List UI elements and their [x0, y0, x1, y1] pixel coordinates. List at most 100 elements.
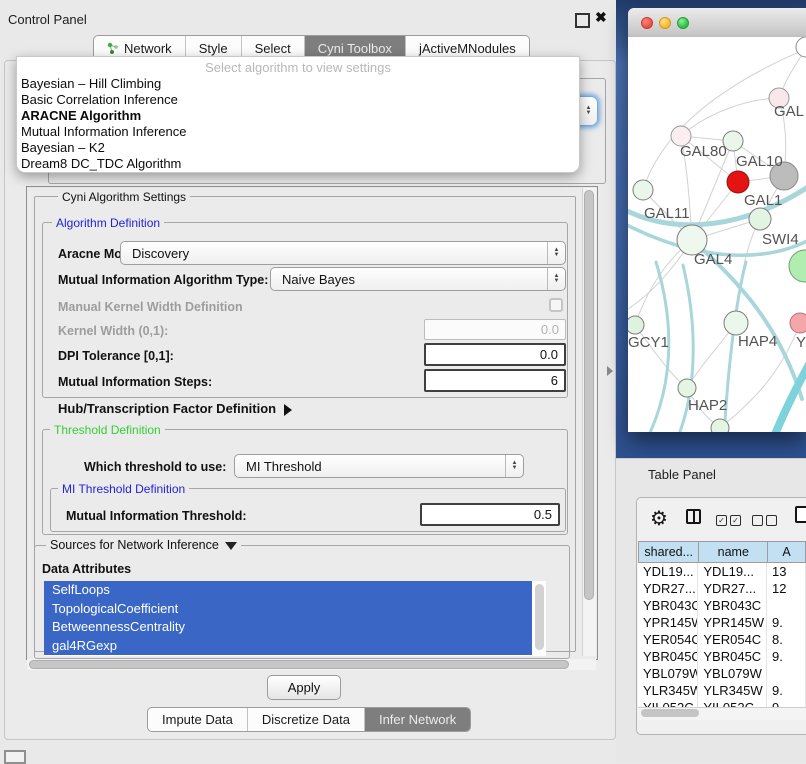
tab-cyni-label: Cyni Toolbox	[318, 41, 392, 56]
cell: YDL19...	[638, 563, 698, 580]
which-threshold-combo[interactable]: MI Threshold ▲▼	[234, 454, 524, 478]
data-attributes-list: SelfLoops TopologicalCoefficient Between…	[44, 581, 546, 656]
node-partial-right-green[interactable]	[789, 250, 806, 282]
algorithm-dropdown: Select algorithm to view settings Bayesi…	[16, 56, 580, 173]
mi-steps-field[interactable]: 6	[424, 369, 566, 392]
combo-stepper-icon: ▲▼	[505, 455, 523, 477]
node-swi4[interactable]	[749, 208, 771, 230]
dropdown-item[interactable]: Basic Correlation Inference	[17, 92, 579, 108]
list-scrollbar-thumb[interactable]	[535, 584, 544, 650]
node-hap2[interactable]	[678, 379, 696, 397]
dropdown-item-highlighted[interactable]: ARACNE Algorithm	[17, 108, 579, 124]
network-view-window[interactable]: GAL GAL80 GAL10 GAL1 GAL11 SWI4 GAL4 GCY…	[628, 8, 806, 432]
table-hscrollbar-thumb[interactable]	[641, 709, 699, 717]
dropdown-item[interactable]: Bayesian – Hill Climbing	[17, 76, 579, 92]
which-threshold-label: Which threshold to use:	[84, 460, 226, 474]
gear-icon[interactable]: ⚙	[650, 506, 668, 531]
column-header[interactable]: shared...	[638, 541, 698, 563]
node-y-cut[interactable]	[790, 313, 806, 333]
dropdown-item[interactable]: Bayesian – K2	[17, 140, 579, 156]
column-header[interactable]: A	[767, 541, 806, 563]
node-gal1-selected[interactable]	[727, 171, 749, 193]
network-window-titlebar[interactable]	[628, 8, 806, 38]
sources-group-title: Sources for Network Inference	[50, 538, 219, 552]
deselect-all-checkboxes-icon[interactable]	[752, 512, 780, 530]
apply-button[interactable]: Apply	[267, 675, 341, 700]
bottom-tabbar: Impute Data Discretize Data Infer Networ…	[147, 707, 471, 732]
node-hap4[interactable]	[724, 311, 748, 335]
mi-type-value: Naive Bayes	[271, 272, 547, 287]
tab-style-label: Style	[199, 41, 228, 56]
node-gal11[interactable]	[633, 180, 653, 200]
splitter-collapse-icon[interactable]	[607, 366, 613, 376]
cell	[767, 597, 806, 614]
node-partial-bottom[interactable]	[711, 419, 729, 432]
tab-infer-network[interactable]: Infer Network	[365, 708, 470, 731]
table-row[interactable]: YBR043C YBR043C	[638, 597, 806, 614]
table-row[interactable]: YER054C YER054C 8.	[638, 631, 806, 648]
cell: 9.	[767, 648, 806, 665]
tab-discretize-data[interactable]: Discretize Data	[248, 708, 365, 731]
cell: YLR345W	[638, 682, 698, 699]
cell: 13	[767, 563, 806, 580]
tab-impute-label: Impute Data	[162, 712, 233, 727]
node-label: GAL10	[736, 153, 783, 170]
new-table-icon[interactable]	[795, 506, 806, 523]
node-label: HAP2	[688, 397, 727, 414]
close-panel-icon[interactable]: ✖	[595, 9, 607, 26]
hub-definition-toggle[interactable]: Hub/Transcription Factor Definition	[58, 401, 292, 416]
threshold-definition-title: Threshold Definition	[50, 423, 165, 437]
settings-vscrollbar-thumb[interactable]	[584, 190, 594, 600]
cell: YBL079W	[638, 665, 698, 682]
close-window-icon[interactable]	[641, 17, 653, 29]
aracne-mode-combo[interactable]: Discovery ▲▼	[120, 241, 566, 265]
table-row[interactable]: YBR045C YBR045C 9.	[638, 648, 806, 665]
columns-icon[interactable]	[686, 509, 701, 524]
attribute-item[interactable]: TopologicalCoefficient	[44, 600, 532, 619]
dropdown-prompt: Select algorithm to view settings	[17, 57, 579, 76]
settings-hscrollbar-thumb[interactable]	[29, 660, 569, 669]
sources-group-toggle[interactable]: Sources for Network Inference	[46, 538, 241, 552]
expand-right-icon	[284, 404, 292, 416]
control-panel-title: Control Panel	[8, 12, 87, 27]
cell: YIL052C	[638, 699, 698, 707]
mi-threshold-field[interactable]: 0.5	[420, 503, 560, 526]
table-row[interactable]: YLR345W YLR345W 9.	[638, 682, 806, 699]
dropdown-item[interactable]: Mutual Information Inference	[17, 124, 579, 140]
cell: YBR043C	[638, 597, 698, 614]
table-row[interactable]: YDL19... YDL19... 13	[638, 563, 806, 580]
table-row[interactable]: YBL079W YBL079W	[638, 665, 806, 682]
network-canvas[interactable]: GAL GAL80 GAL10 GAL1 GAL11 SWI4 GAL4 GCY…	[628, 37, 806, 432]
cell: YIL052C	[698, 699, 767, 707]
node-label: GAL4	[694, 251, 732, 268]
float-panel-icon[interactable]	[575, 13, 590, 28]
zoom-window-icon[interactable]	[677, 17, 689, 29]
mi-type-combo[interactable]: Naive Bayes ▲▼	[270, 267, 566, 291]
tab-impute-data[interactable]: Impute Data	[148, 708, 248, 731]
cell: YER054C	[638, 631, 698, 648]
select-all-checkboxes-icon[interactable]: ✓✓	[716, 512, 744, 530]
combo-stepper-icon: ▲▼	[579, 97, 597, 125]
attribute-item[interactable]: gal4RGexp	[44, 637, 532, 656]
table-panel-title: Table Panel	[648, 467, 716, 482]
node-gcy1[interactable]	[628, 316, 644, 334]
table-row[interactable]: YDR27... YDR27... 12	[638, 580, 806, 597]
mi-steps-label: Mutual Information Steps:	[58, 375, 212, 389]
attribute-item[interactable]: SelfLoops	[44, 581, 532, 600]
attribute-item[interactable]: BetweennessCentrality	[44, 618, 532, 637]
table-row[interactable]: YPR145W YPR145W 9.	[638, 614, 806, 631]
node-table: shared... name A YDL19... YDL19... 13 YD…	[638, 541, 806, 707]
table-row[interactable]: YIL052C YIL052C 9	[638, 699, 806, 707]
kernel-width-label: Kernel Width (0,1):	[58, 324, 168, 338]
dpi-tolerance-field[interactable]: 0.0	[424, 343, 566, 366]
node-label: Y	[796, 334, 806, 351]
node-label: GAL80	[680, 143, 727, 160]
cell: YBL079W	[698, 665, 767, 682]
dropdown-item[interactable]: Dream8 DC_TDC Algorithm	[17, 156, 579, 172]
kernel-width-field[interactable]: 0.0	[424, 319, 566, 340]
cell: YDR27...	[638, 580, 698, 597]
node-partial-top[interactable]	[796, 37, 806, 57]
manual-kernel-checkbox[interactable]	[549, 298, 563, 312]
column-header[interactable]: name	[698, 541, 767, 563]
minimize-window-icon[interactable]	[659, 17, 671, 29]
